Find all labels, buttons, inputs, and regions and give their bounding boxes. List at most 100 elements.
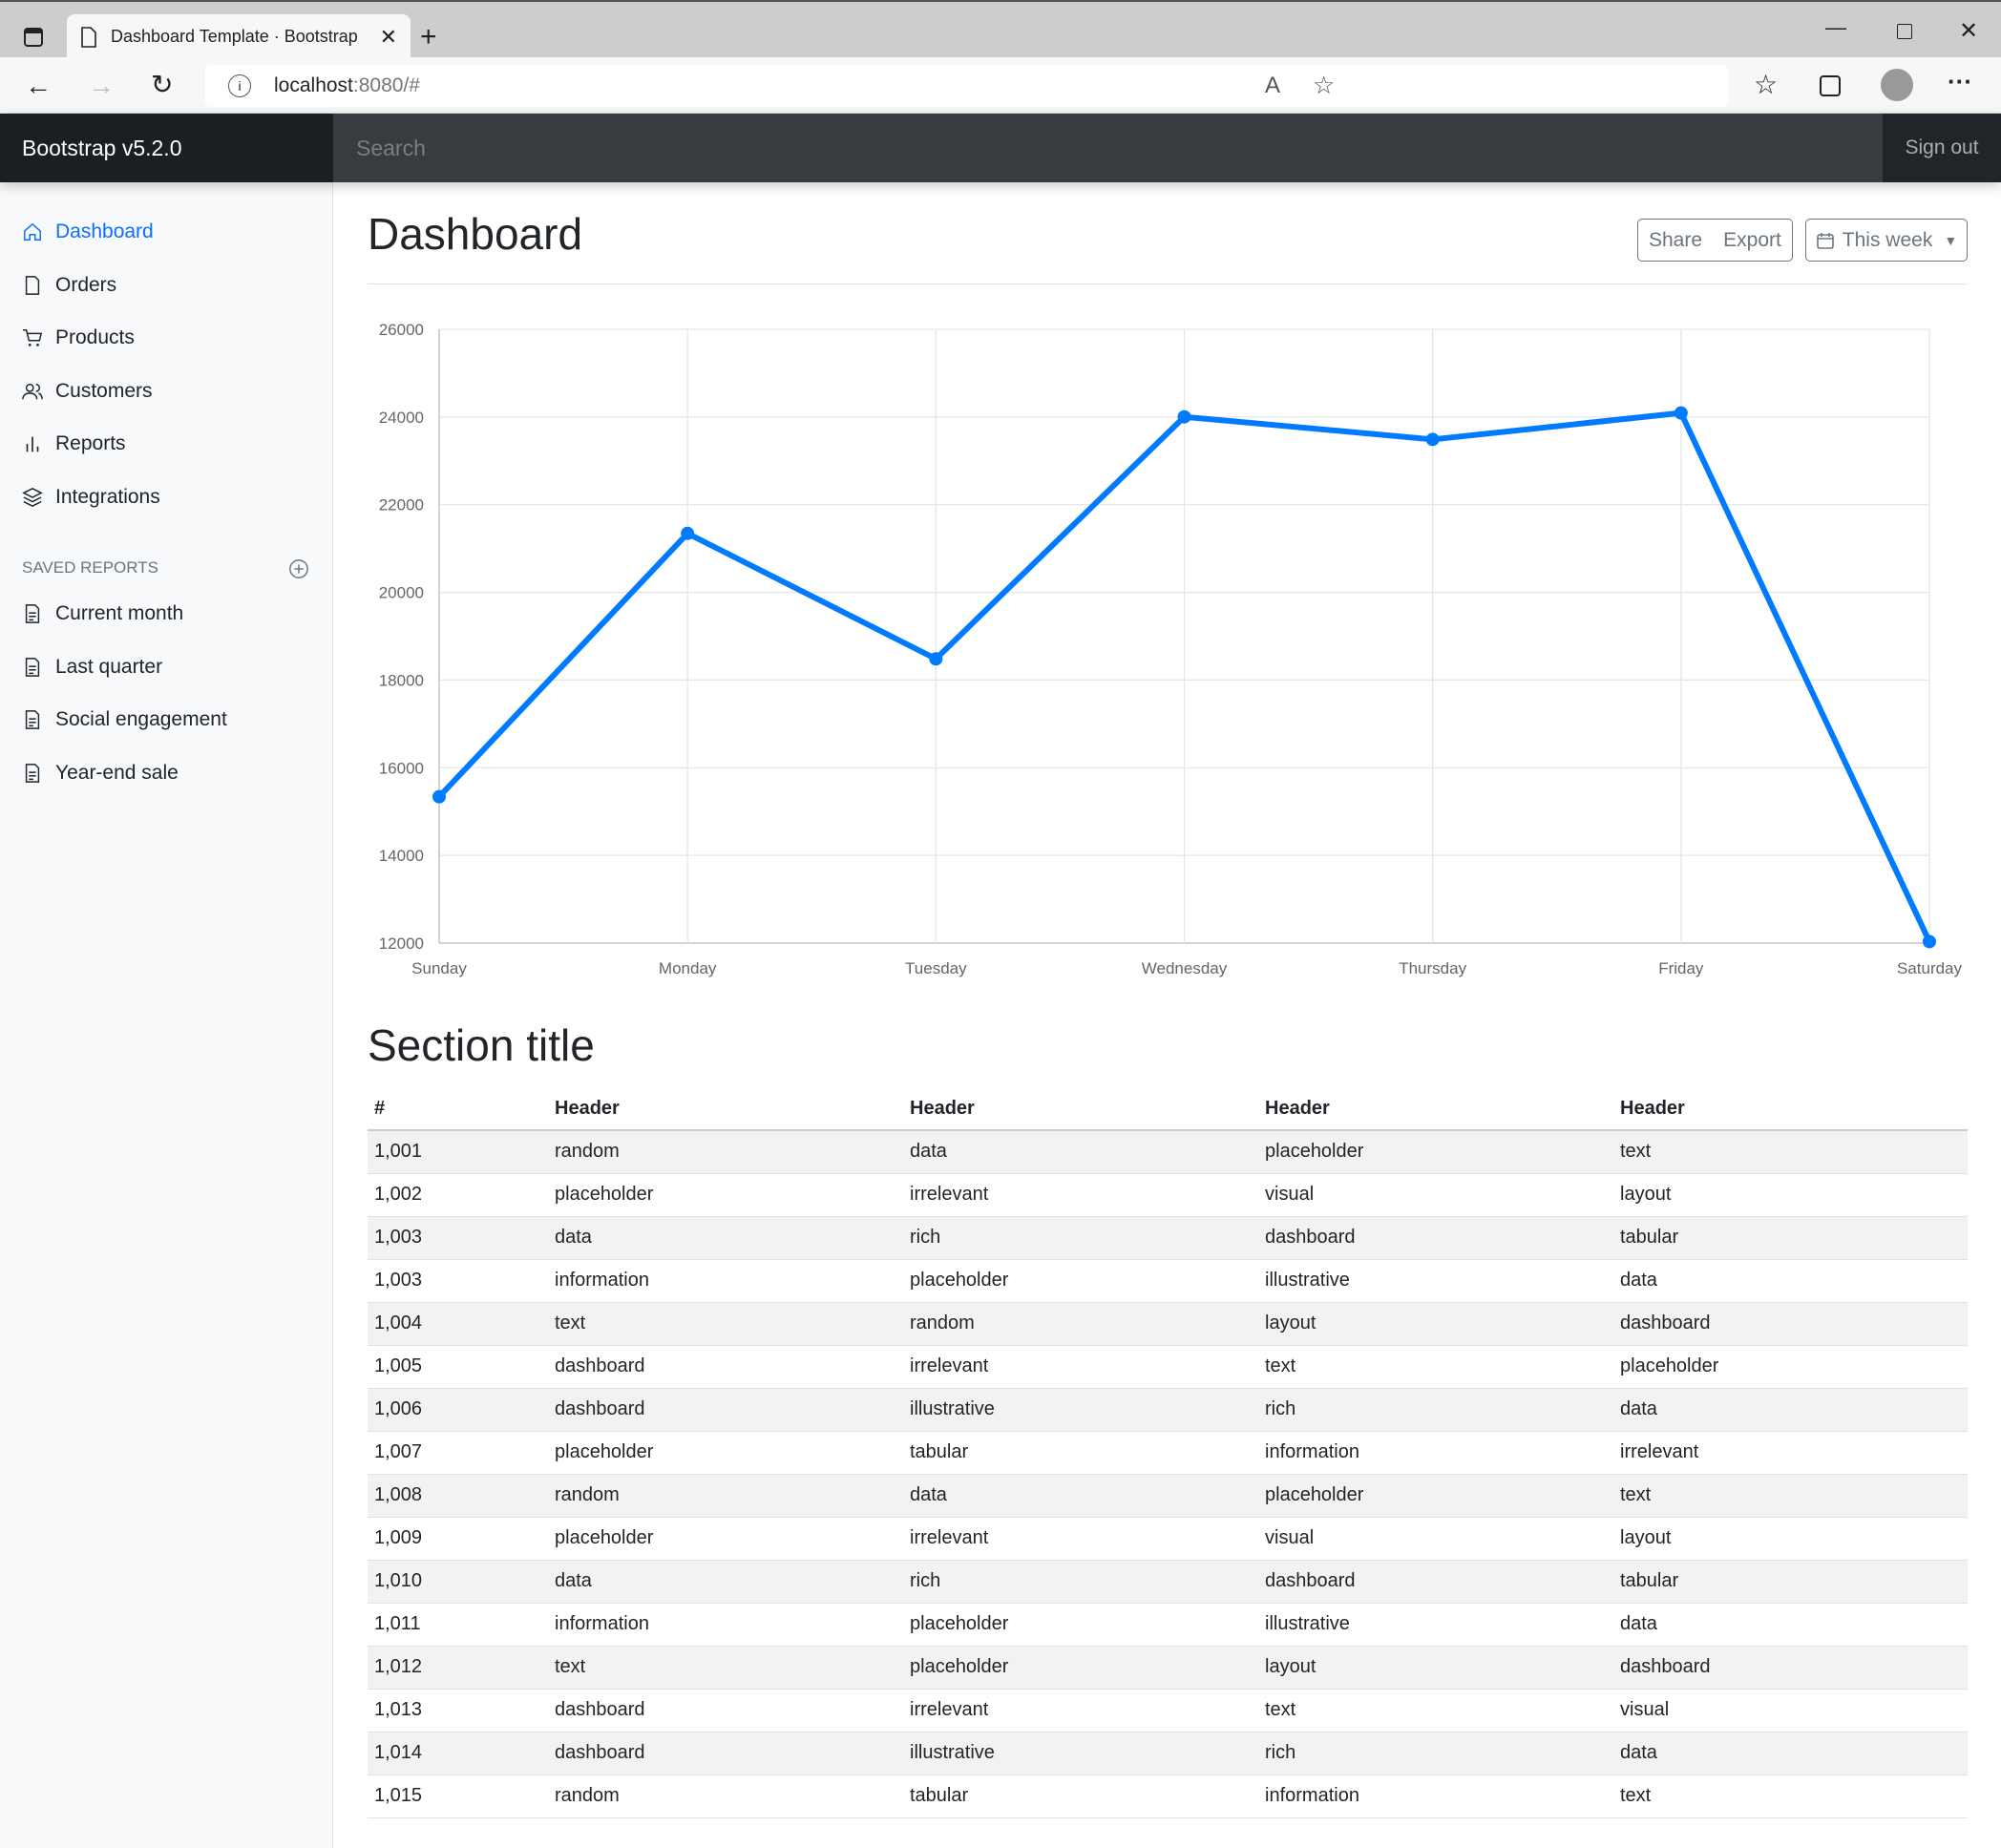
data-point	[681, 526, 695, 540]
minimize-icon[interactable]: —	[1825, 15, 1846, 40]
table-cell: 1,010	[368, 1560, 548, 1604]
period-dropdown[interactable]: This week ▼	[1805, 219, 1968, 262]
favorites-icon[interactable]: ☆	[1754, 69, 1778, 100]
browser-tab-bar: Dashboard Template · Bootstrap ✕ + — ✕	[0, 0, 2001, 59]
new-tab-icon[interactable]: +	[420, 21, 437, 53]
share-button[interactable]: Share	[1637, 219, 1714, 262]
sidebar-item-label: Products	[55, 326, 135, 348]
collections-icon[interactable]	[1820, 75, 1841, 96]
file-icon	[25, 276, 40, 295]
table-cell: illustrative	[903, 1732, 1258, 1775]
table-cell: placeholder	[903, 1259, 1258, 1303]
table-cell: information	[548, 1603, 903, 1647]
sidebar-item-dashboard[interactable]: Dashboard	[22, 215, 154, 249]
table-cell: 1,003	[368, 1216, 548, 1260]
table-row: 1,013 dashboard irrelevant text visual	[368, 1689, 1968, 1732]
data-point	[432, 789, 446, 804]
info-icon[interactable]: i	[228, 74, 251, 97]
sidebar-item-reports[interactable]: Reports	[22, 427, 126, 461]
y-tick-label: 14000	[379, 847, 424, 865]
sidebar-item-products[interactable]: Products	[22, 321, 135, 355]
table-cell: data	[548, 1216, 903, 1260]
search-input[interactable]	[333, 114, 1883, 182]
brand[interactable]: Bootstrap v5.2.0	[0, 114, 333, 182]
table-cell: dashboard	[548, 1345, 903, 1389]
table-cell: layout	[1613, 1173, 1968, 1217]
data-table: # Header Header Header Header 1,001 random data…	[368, 1088, 1968, 1818]
page-title: Dashboard	[368, 209, 583, 259]
table-cell: text	[548, 1646, 903, 1690]
table-cell: data	[903, 1130, 1258, 1174]
table-cell: information	[1258, 1431, 1613, 1475]
profile-avatar[interactable]	[1881, 69, 1913, 101]
x-tick-label: Friday	[1658, 959, 1704, 977]
table-cell: data	[1613, 1388, 1968, 1432]
table-row: 1,006 dashboard illustrative rich data	[368, 1388, 1968, 1432]
saved-report-last-quarter[interactable]: Last quarter	[22, 650, 162, 684]
table-cell: dashboard	[1258, 1216, 1613, 1260]
table-cell: text	[1258, 1689, 1613, 1732]
add-report-icon[interactable]	[287, 557, 310, 580]
section-title: Section title	[368, 1020, 595, 1070]
more-icon[interactable]: ···	[1948, 67, 1972, 96]
table-cell: irrelevant	[903, 1345, 1258, 1389]
table-cell: 1,012	[368, 1646, 548, 1690]
table-cell: dashboard	[548, 1689, 903, 1732]
table-cell: 1,003	[368, 1259, 548, 1303]
table-cell: text	[548, 1302, 903, 1346]
close-tab-icon[interactable]: ✕	[380, 25, 397, 50]
saved-report-year-end-sale[interactable]: Year-end sale	[22, 756, 179, 790]
file-text-icon	[25, 604, 40, 623]
file-text-icon	[25, 658, 40, 677]
sidebar-item-customers[interactable]: Customers	[22, 374, 153, 409]
table-cell: text	[1258, 1345, 1613, 1389]
table-cell: 1,009	[368, 1517, 548, 1561]
table-row: 1,003 information placeholder illustrative d…	[368, 1259, 1968, 1303]
saved-report-current-month[interactable]: Current month	[22, 597, 183, 631]
close-window-icon[interactable]: ✕	[1959, 17, 1978, 45]
sidebar-toggle-icon[interactable]	[19, 23, 48, 52]
layers-icon	[22, 488, 43, 507]
table-cell: placeholder	[903, 1603, 1258, 1647]
column-header: Header	[1613, 1088, 1968, 1131]
table-row: 1,001 random data placeholder text	[368, 1130, 1968, 1174]
table-row: 1,009 placeholder irrelevant visual layout	[368, 1517, 1968, 1561]
period-label: This week	[1842, 228, 1933, 251]
navbar: Bootstrap v5.2.0 Sign out	[0, 114, 2001, 182]
export-button[interactable]: Export	[1713, 219, 1793, 262]
add-favorite-icon[interactable]: ☆	[1313, 71, 1335, 100]
y-tick-label: 12000	[379, 934, 424, 953]
url-field[interactable]: i localhost:8080/# A ☆	[205, 65, 1728, 107]
sign-out-link[interactable]: Sign out	[1883, 114, 2001, 182]
data-point	[929, 652, 943, 666]
table-cell: placeholder	[1258, 1474, 1613, 1518]
sidebar-item-orders[interactable]: Orders	[22, 268, 116, 303]
browser-tab[interactable]: Dashboard Template · Bootstrap ✕	[67, 14, 411, 59]
line-chart: 12000 14000 16000 18000 20000 22000 24000 26000…	[379, 321, 1963, 977]
back-icon[interactable]: ←	[25, 71, 52, 101]
table-cell: random	[548, 1774, 903, 1818]
read-aloud-icon[interactable]: A	[1265, 73, 1280, 99]
y-tick-label: 24000	[379, 409, 424, 427]
table-cell: irrelevant	[1613, 1431, 1968, 1475]
saved-report-label: Social engagement	[55, 708, 227, 730]
table-cell: random	[548, 1130, 903, 1174]
table-cell: random	[548, 1474, 903, 1518]
reload-icon[interactable]: ↻	[151, 69, 173, 100]
table-cell: 1,002	[368, 1173, 548, 1217]
cart-icon	[22, 329, 43, 346]
calendar-icon	[1816, 232, 1834, 249]
file-text-icon	[25, 764, 40, 783]
sidebar-item-integrations[interactable]: Integrations	[22, 480, 160, 514]
table-cell: rich	[903, 1560, 1258, 1604]
saved-report-social-engagement[interactable]: Social engagement	[22, 703, 227, 737]
maximize-icon[interactable]	[1897, 24, 1912, 39]
table-cell: tabular	[903, 1431, 1258, 1475]
table-cell: irrelevant	[903, 1689, 1258, 1732]
table-cell: 1,006	[368, 1388, 548, 1432]
table-cell: rich	[903, 1216, 1258, 1260]
forward-icon[interactable]: →	[88, 71, 115, 101]
table-cell: placeholder	[1613, 1345, 1968, 1389]
table-cell: dashboard	[548, 1732, 903, 1775]
saved-report-label: Current month	[55, 602, 184, 624]
